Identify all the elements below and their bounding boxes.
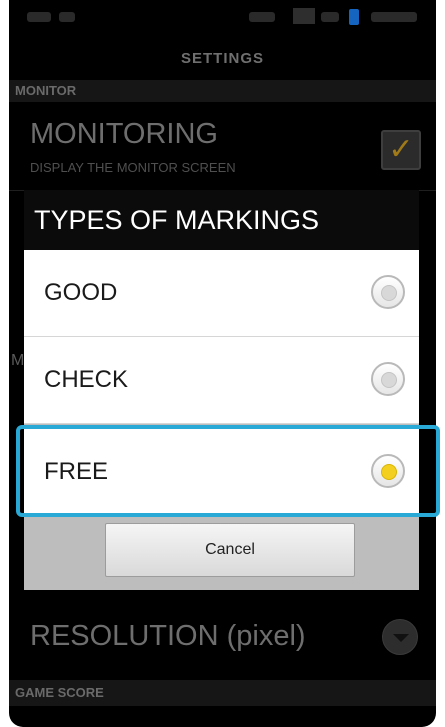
divider [24, 423, 419, 424]
option-label: FREE [44, 458, 109, 485]
radio-button[interactable] [371, 275, 405, 309]
option-label: GOOD [44, 279, 118, 306]
cancel-button[interactable]: Cancel [105, 523, 355, 577]
option-check[interactable]: CHECK [24, 337, 419, 423]
status-icon [59, 12, 75, 22]
checkmark-icon: ✓ [388, 133, 414, 166]
section-header-monitor: MONITOR [9, 80, 436, 102]
chevron-down-icon[interactable] [382, 619, 418, 655]
background-partial-label: M [11, 352, 25, 369]
battery-icon [349, 9, 359, 25]
radio-dot [381, 372, 397, 388]
monitoring-description: DISPLAY THE MONITOR SCREEN [30, 160, 236, 175]
clock-text [371, 12, 417, 22]
signal-icon [293, 8, 315, 24]
monitoring-checkbox[interactable]: ✓ [381, 130, 421, 170]
option-free[interactable]: FREE [24, 429, 419, 515]
status-icon [249, 12, 275, 22]
radio-button[interactable] [371, 362, 405, 396]
dialog-title: TYPES OF MARKINGS [24, 190, 419, 250]
radio-dot [381, 285, 397, 301]
radio-button-selected[interactable] [371, 454, 405, 488]
page-title: SETTINGS [9, 38, 436, 78]
monitoring-title[interactable]: MONITORING [30, 118, 218, 151]
resolution-title[interactable]: RESOLUTION (pixel) [30, 620, 306, 653]
status-icon [27, 12, 51, 22]
status-bar [9, 0, 436, 36]
wifi-icon [321, 12, 339, 22]
option-label: CHECK [44, 366, 129, 393]
option-good[interactable]: GOOD [24, 250, 419, 336]
section-header-game-score: GAME SCORE [9, 680, 436, 706]
radio-dot-selected [381, 464, 397, 480]
